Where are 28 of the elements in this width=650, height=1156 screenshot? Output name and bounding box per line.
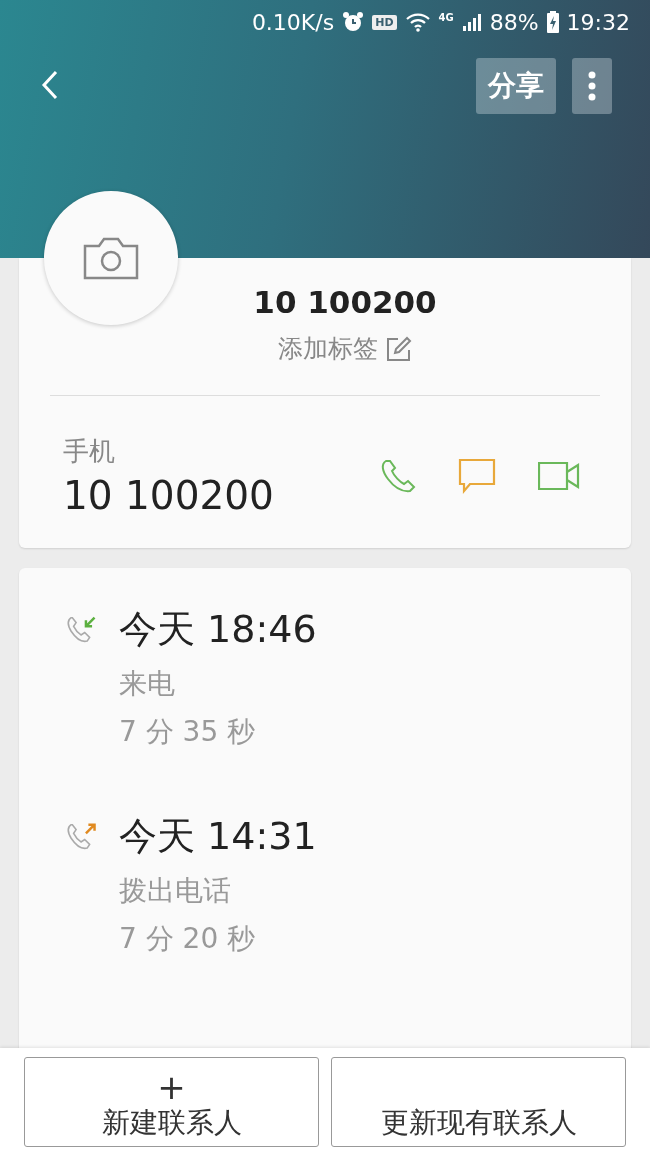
phone-number: 10 100200: [63, 473, 275, 518]
contact-name: 10 100200: [252, 284, 438, 320]
wifi-icon: [404, 12, 431, 32]
camera-icon: [83, 236, 139, 280]
call-duration: 7 分 20 秒: [119, 921, 257, 957]
video-call-icon[interactable]: [538, 462, 580, 490]
hd-badge: HD: [372, 14, 397, 30]
share-button[interactable]: 分享: [476, 58, 556, 114]
edit-icon: [386, 335, 412, 362]
signal-icon: [461, 13, 482, 31]
more-options-button[interactable]: [572, 58, 612, 114]
phone-icon[interactable]: [380, 458, 416, 494]
clock-time: 19:32: [566, 9, 630, 35]
more-icon: [588, 71, 596, 101]
alarm-icon: [342, 11, 365, 33]
network-type: 4G: [438, 12, 454, 23]
battery-icon: [546, 11, 559, 33]
phone-label: 手机: [63, 435, 116, 468]
network-speed: 0.10K/s: [251, 9, 335, 35]
bottom-button[interactable]: 更新现有联系人: [331, 1057, 626, 1147]
message-icon[interactable]: [458, 458, 496, 494]
battery-percent: 88%: [489, 9, 539, 35]
call-time: 今天 18:46: [119, 606, 317, 653]
call-time: 今天 14:31: [119, 813, 317, 860]
call-type: 拨出电话: [119, 873, 232, 909]
call-duration: 7 分 35 秒: [119, 714, 257, 750]
call-type: 来电: [119, 666, 176, 702]
bottom-button[interactable]: + 新建联系人: [24, 1057, 319, 1147]
